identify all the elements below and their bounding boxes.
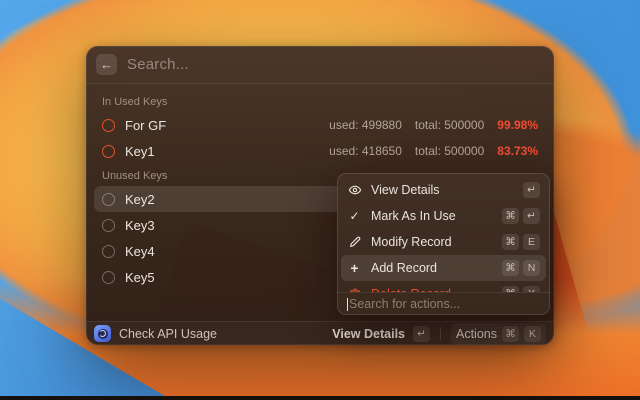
actions-button[interactable]: Actions ⌘ K (451, 323, 546, 345)
return-key-icon: ↵ (413, 326, 430, 342)
usage-percent: 83.73% (497, 144, 538, 158)
shortcut-keys: ⌘E (502, 234, 540, 250)
key-badge: ↵ (523, 182, 540, 198)
usage-stats: used: 418650 total: 500000 83.73% (329, 144, 538, 158)
menu-item-mark-as-in-use[interactable]: ✓ Mark As In Use ⌘↵ (341, 203, 546, 229)
check-icon: ✓ (347, 209, 362, 223)
key-name: Key1 (125, 144, 319, 159)
key-badge: N (523, 260, 540, 276)
key-status-ring-icon (102, 193, 115, 206)
back-button[interactable]: ← (96, 54, 117, 75)
primary-action-button[interactable]: View Details (332, 327, 405, 341)
menu-item-modify-record[interactable]: Modify Record ⌘E (341, 229, 546, 255)
key-status-ring-icon-active (102, 119, 115, 132)
pencil-icon (347, 235, 362, 249)
menu-item-add-record[interactable]: + Add Record ⌘N (341, 255, 546, 281)
key-badge: ⌘ (502, 234, 519, 250)
key-name: For GF (125, 118, 319, 133)
usage-percent: 99.98% (497, 118, 538, 132)
shortcut-keys: ⌘N (502, 260, 540, 276)
used-count: used: 499880 (329, 118, 402, 132)
menu-item-delete-record[interactable]: Delete Record⌘X (341, 281, 546, 292)
background-window-strip (0, 396, 640, 400)
key-badge: ↵ (523, 208, 540, 224)
menu-item-label: Mark As In Use (371, 209, 493, 223)
shortcut-keys: ⌘↵ (502, 208, 540, 224)
usage-stats: used: 499880 total: 500000 99.98% (329, 118, 538, 132)
app-name: Check API Usage (119, 327, 324, 341)
text-caret (347, 298, 348, 311)
total-count: total: 500000 (415, 144, 484, 158)
key-row[interactable]: Key1 used: 418650 total: 500000 83.73% (94, 138, 546, 164)
plus-icon: + (347, 261, 362, 275)
menu-item-label: Add Record (371, 261, 493, 275)
status-bar: Check API Usage View Details ↵ Actions ⌘… (86, 321, 554, 345)
key-badge: ⌘ (502, 208, 519, 224)
key-status-ring-icon (102, 271, 115, 284)
k-key-icon: K (524, 326, 541, 342)
key-status-ring-icon (102, 245, 115, 258)
actions-menu-list: View Details↵✓Mark As In Use⌘↵Modify Rec… (337, 173, 550, 292)
back-arrow-icon: ← (100, 57, 113, 72)
actions-label: Actions (456, 327, 497, 341)
menu-item-label: Modify Record (371, 235, 493, 249)
eye-icon (347, 183, 362, 197)
actions-menu: View Details↵✓Mark As In Use⌘↵Modify Rec… (337, 173, 550, 315)
menu-item-label: View Details (371, 183, 514, 197)
key-row[interactable]: For GF used: 499880 total: 500000 99.98% (94, 112, 546, 138)
app-logo-icon (94, 325, 111, 342)
used-count: used: 418650 (329, 144, 402, 158)
menu-item-view-details[interactable]: View Details ↵ (341, 177, 546, 203)
section-title: In Used Keys (102, 96, 546, 109)
key-badge: ⌘ (502, 260, 519, 276)
actions-search-input[interactable]: Search for actions... (337, 293, 550, 315)
search-header: ← Search... (86, 46, 554, 84)
statusbar-divider (440, 327, 441, 340)
cmd-key-icon: ⌘ (502, 326, 519, 342)
key-status-ring-icon (102, 219, 115, 232)
key-status-ring-icon-active (102, 145, 115, 158)
total-count: total: 500000 (415, 118, 484, 132)
search-input[interactable]: Search... (127, 56, 189, 73)
key-badge: E (523, 234, 540, 250)
shortcut-keys: ↵ (523, 182, 540, 198)
desktop: ← Search... In Used Keys For GF used: 4998… (0, 0, 640, 400)
